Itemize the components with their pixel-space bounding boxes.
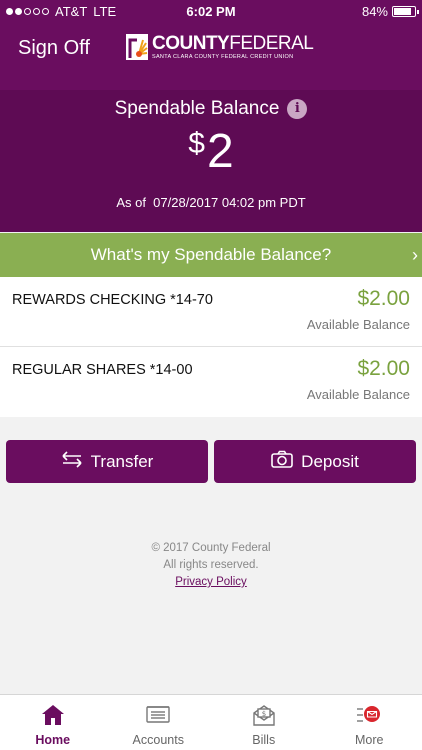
- copyright-text: © 2017 County Federal: [151, 542, 271, 554]
- accounts-list: REWARDS CHECKING *14-70 $2.00 Available …: [0, 277, 422, 417]
- privacy-policy-link[interactable]: Privacy Policy: [175, 576, 247, 588]
- account-balance-label: Available Balance: [306, 387, 410, 402]
- account-row[interactable]: REGULAR SHARES *14-00 $2.00 Available Ba…: [0, 347, 422, 417]
- logo-subtitle: SANTA CLARA COUNTY FEDERAL CREDIT UNION: [152, 54, 294, 60]
- account-balance-label: Available Balance: [306, 317, 410, 332]
- bills-icon: $: [211, 703, 317, 729]
- tab-label: More: [355, 733, 384, 747]
- camera-icon: [271, 450, 293, 473]
- status-time: 6:02 PM: [186, 4, 236, 19]
- spendable-balance-panel: Spendable Balance i $2 As of 07/28/2017 …: [0, 90, 422, 232]
- tab-accounts[interactable]: Accounts: [106, 695, 212, 750]
- account-amount: $2.00: [357, 287, 410, 310]
- account-name: REWARDS CHECKING *14-70: [12, 292, 213, 308]
- account-row[interactable]: REWARDS CHECKING *14-70 $2.00 Available …: [0, 277, 422, 347]
- county-federal-logo: COUNTYFEDERAL SANTA CLARA COUNTY FEDERAL…: [126, 33, 314, 60]
- home-icon: [0, 703, 106, 729]
- accounts-icon: [106, 703, 212, 729]
- tab-more[interactable]: More: [317, 695, 422, 750]
- battery-percent: 84%: [361, 4, 388, 19]
- account-amount: $2.00: [357, 357, 410, 380]
- more-icon: [317, 703, 422, 729]
- spendable-balance-amount: $2: [188, 125, 234, 178]
- tab-bar: Home Accounts $ Bills More: [0, 694, 422, 750]
- tab-label: Home: [35, 733, 71, 747]
- chevron-right-icon: ›: [412, 245, 418, 265]
- deposit-label: Deposit: [301, 451, 359, 471]
- action-buttons: Transfer Deposit: [6, 440, 416, 483]
- deposit-button[interactable]: Deposit: [214, 440, 416, 483]
- balance-as-of: As of 07/28/2017 04:02 pm PDT: [116, 195, 306, 210]
- logo-mark-icon: [126, 34, 148, 60]
- banner-label: What's my Spendable Balance?: [90, 245, 332, 264]
- rights-text: All rights reserved.: [163, 559, 259, 571]
- tab-bills[interactable]: $ Bills: [211, 695, 317, 750]
- account-name: REGULAR SHARES *14-00: [12, 362, 193, 378]
- tab-home[interactable]: Home: [0, 695, 106, 750]
- battery-status: 84%: [361, 4, 419, 19]
- logo-name: COUNTYFEDERAL: [152, 33, 314, 54]
- transfer-button[interactable]: Transfer: [6, 440, 208, 483]
- tab-label: Bills: [252, 733, 276, 747]
- info-icon[interactable]: i: [287, 99, 308, 119]
- spendable-balance-help-banner[interactable]: What's my Spendable Balance? ›: [0, 233, 422, 277]
- spendable-balance-title: Spendable Balance: [114, 98, 280, 119]
- tab-label: Accounts: [132, 733, 184, 747]
- svg-text:$: $: [262, 710, 266, 718]
- status-bar: AT&T LTE 6:02 PM 84%: [0, 0, 422, 24]
- transfer-arrows-icon: [61, 450, 83, 473]
- battery-icon: [392, 6, 419, 17]
- sign-off-button[interactable]: Sign Off: [18, 37, 90, 60]
- top-bar: AT&T LTE 6:02 PM 84% Sign Off COUNTYFEDE…: [0, 0, 422, 90]
- transfer-label: Transfer: [90, 451, 154, 471]
- footer: © 2017 County Federal All rights reserve…: [0, 540, 422, 591]
